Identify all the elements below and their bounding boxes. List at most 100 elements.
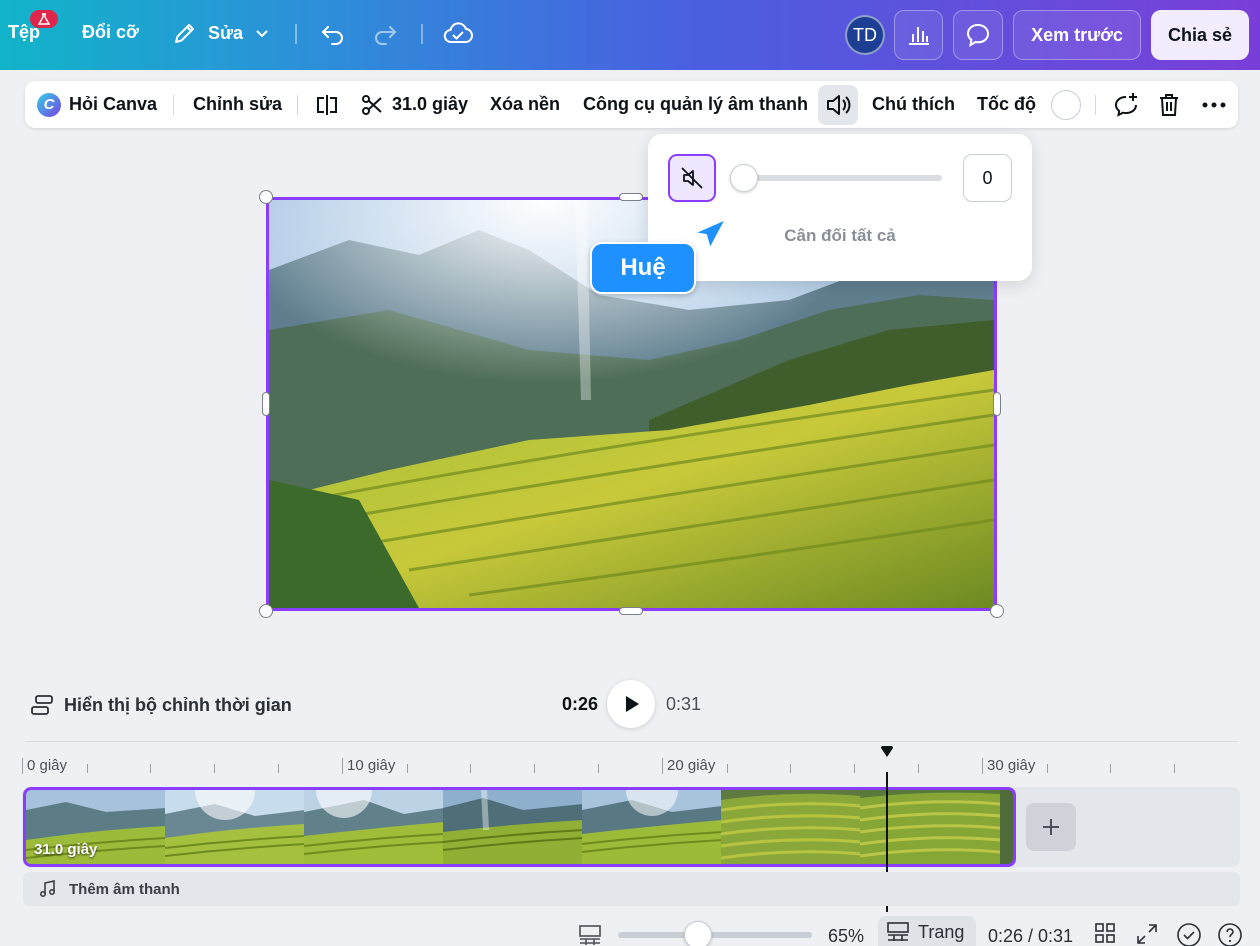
speed-button[interactable]: Tốc độ — [977, 81, 1036, 128]
clip-duration: 31.0 giây — [34, 841, 98, 858]
status-bar: 65% Trang 0:26 / 0:31 — [0, 916, 1260, 946]
flask-icon — [37, 13, 51, 25]
more-options-button[interactable] — [1201, 81, 1227, 128]
zoom-level[interactable]: 65% — [828, 926, 864, 946]
cloud-check-icon — [443, 22, 473, 43]
ruler-label: 10 giây — [342, 758, 395, 774]
collaborator-cursor-icon — [693, 218, 727, 250]
audio-manager-label: Công cụ quản lý âm thanh — [583, 94, 809, 114]
trash-icon — [1160, 93, 1178, 116]
pages-label: Trang — [918, 921, 965, 942]
remove-background-button[interactable]: Xóa nền — [490, 81, 560, 128]
flip-icon — [317, 94, 337, 115]
top-bar: Tệp Đổi cỡ Sửa TD Xem trước Chia sẻ — [0, 0, 1260, 70]
resize-handle-right[interactable] — [993, 392, 1001, 416]
color-swatch[interactable] — [1051, 90, 1081, 120]
remove-background-label: Xóa nền — [490, 94, 561, 114]
page-grid-icon — [579, 925, 601, 945]
insights-button[interactable] — [894, 10, 943, 60]
separator — [1095, 95, 1096, 115]
music-note-icon — [39, 880, 56, 898]
delete-button[interactable] — [1157, 81, 1181, 128]
edit-video-label: Chỉnh sửa — [193, 94, 283, 114]
captions-button[interactable]: Chú thích — [872, 81, 955, 128]
volume-popup: 0 Cân đối tất cả — [648, 134, 1032, 281]
ruler-tick — [854, 764, 855, 773]
comments-button[interactable] — [953, 10, 1003, 60]
fullscreen-button[interactable] — [1135, 922, 1159, 946]
avatar-initials: TD — [853, 24, 877, 45]
preview-button[interactable]: Xem trước — [1013, 10, 1141, 60]
separator — [421, 24, 423, 44]
share-label: Chia sẻ — [1167, 24, 1233, 45]
ruler-tick — [1110, 764, 1111, 773]
redo-icon — [375, 26, 397, 45]
user-avatar[interactable]: TD — [845, 15, 885, 55]
resize-handle-left[interactable] — [262, 392, 270, 416]
clip-thumbnail — [860, 790, 1000, 864]
separator — [297, 95, 298, 115]
pages-button[interactable]: Trang — [878, 916, 976, 946]
zoom-slider-track[interactable] — [618, 932, 812, 938]
add-comment-button[interactable] — [1112, 81, 1140, 128]
clip-thumbnail — [165, 790, 305, 864]
timeline-ruler[interactable]: 0 giây 10 giây 20 giây 30 giây — [22, 752, 1238, 780]
resize-handle-top[interactable] — [619, 193, 643, 201]
add-audio-track[interactable]: Thêm âm thanh — [23, 872, 1240, 906]
help-icon — [1218, 923, 1242, 946]
ask-canva-label: Hỏi Canva — [69, 94, 158, 114]
ruler-tick — [470, 764, 471, 773]
ruler-tick — [534, 764, 535, 773]
ruler-tick — [150, 764, 151, 773]
play-button[interactable] — [607, 680, 655, 728]
resize-handle-bottom[interactable] — [619, 607, 643, 615]
ruler-tick — [1047, 764, 1048, 773]
edit-mode-menu[interactable]: Sửa — [172, 20, 271, 46]
add-audio-label: Thêm âm thanh — [69, 880, 180, 898]
mute-toggle-button[interactable] — [668, 154, 716, 202]
ask-canva-button[interactable]: C Hỏi Canva — [37, 81, 157, 128]
flip-button[interactable] — [315, 81, 339, 128]
add-clip-button[interactable] — [1026, 803, 1076, 851]
grid-view-button[interactable] — [1094, 922, 1116, 944]
playhead-handle-icon[interactable] — [880, 746, 894, 758]
edit-video-button[interactable]: Chỉnh sửa — [193, 81, 282, 128]
ruler-tick — [727, 764, 728, 773]
undo-button[interactable] — [320, 21, 346, 47]
resize-label: Đổi cỡ — [82, 22, 139, 42]
collaborator-name: Huệ — [620, 254, 666, 281]
zoom-slider-handle[interactable] — [684, 921, 712, 946]
volume-button[interactable] — [818, 85, 858, 125]
show-timeline-label: Hiển thị bộ chỉnh thời gian — [64, 694, 292, 715]
cloud-save-status[interactable] — [443, 20, 473, 48]
play-icon — [626, 696, 639, 712]
help-button[interactable] — [1217, 922, 1243, 946]
resize-button[interactable]: Đổi cỡ — [82, 22, 139, 43]
ruler-tick — [278, 764, 279, 773]
notes-button[interactable] — [578, 924, 602, 946]
video-clip[interactable]: 31.0 giây — [23, 787, 1016, 867]
comment-add-icon — [1114, 92, 1137, 117]
timeline-icon — [31, 695, 53, 715]
clip-thumbnail — [443, 790, 583, 864]
resize-handle-bottom-right[interactable] — [990, 604, 1004, 618]
volume-slider-handle[interactable] — [730, 164, 758, 192]
current-time: 0:26 — [562, 694, 599, 714]
volume-value-input[interactable]: 0 — [963, 154, 1012, 202]
resize-handle-top-left[interactable] — [259, 190, 273, 204]
share-button[interactable]: Chia sẻ — [1151, 10, 1249, 60]
show-timeline-button[interactable]: Hiển thị bộ chỉnh thời gian — [30, 690, 292, 720]
redo-button[interactable] — [372, 21, 398, 47]
check-button[interactable] — [1176, 922, 1202, 946]
chevron-down-icon — [256, 30, 268, 38]
separator — [173, 95, 174, 115]
speaker-icon — [827, 95, 851, 115]
volume-slider-track[interactable] — [744, 175, 942, 181]
ruler-tick — [407, 764, 408, 773]
clip-thumbnail — [304, 790, 444, 864]
captions-label: Chú thích — [872, 94, 955, 114]
audio-manager-button[interactable]: Công cụ quản lý âm thanh — [583, 81, 808, 128]
trim-button[interactable]: 31.0 giây — [360, 81, 468, 128]
playback-time: 0:26 / 0:31 — [988, 926, 1074, 946]
resize-handle-bottom-left[interactable] — [259, 604, 273, 618]
